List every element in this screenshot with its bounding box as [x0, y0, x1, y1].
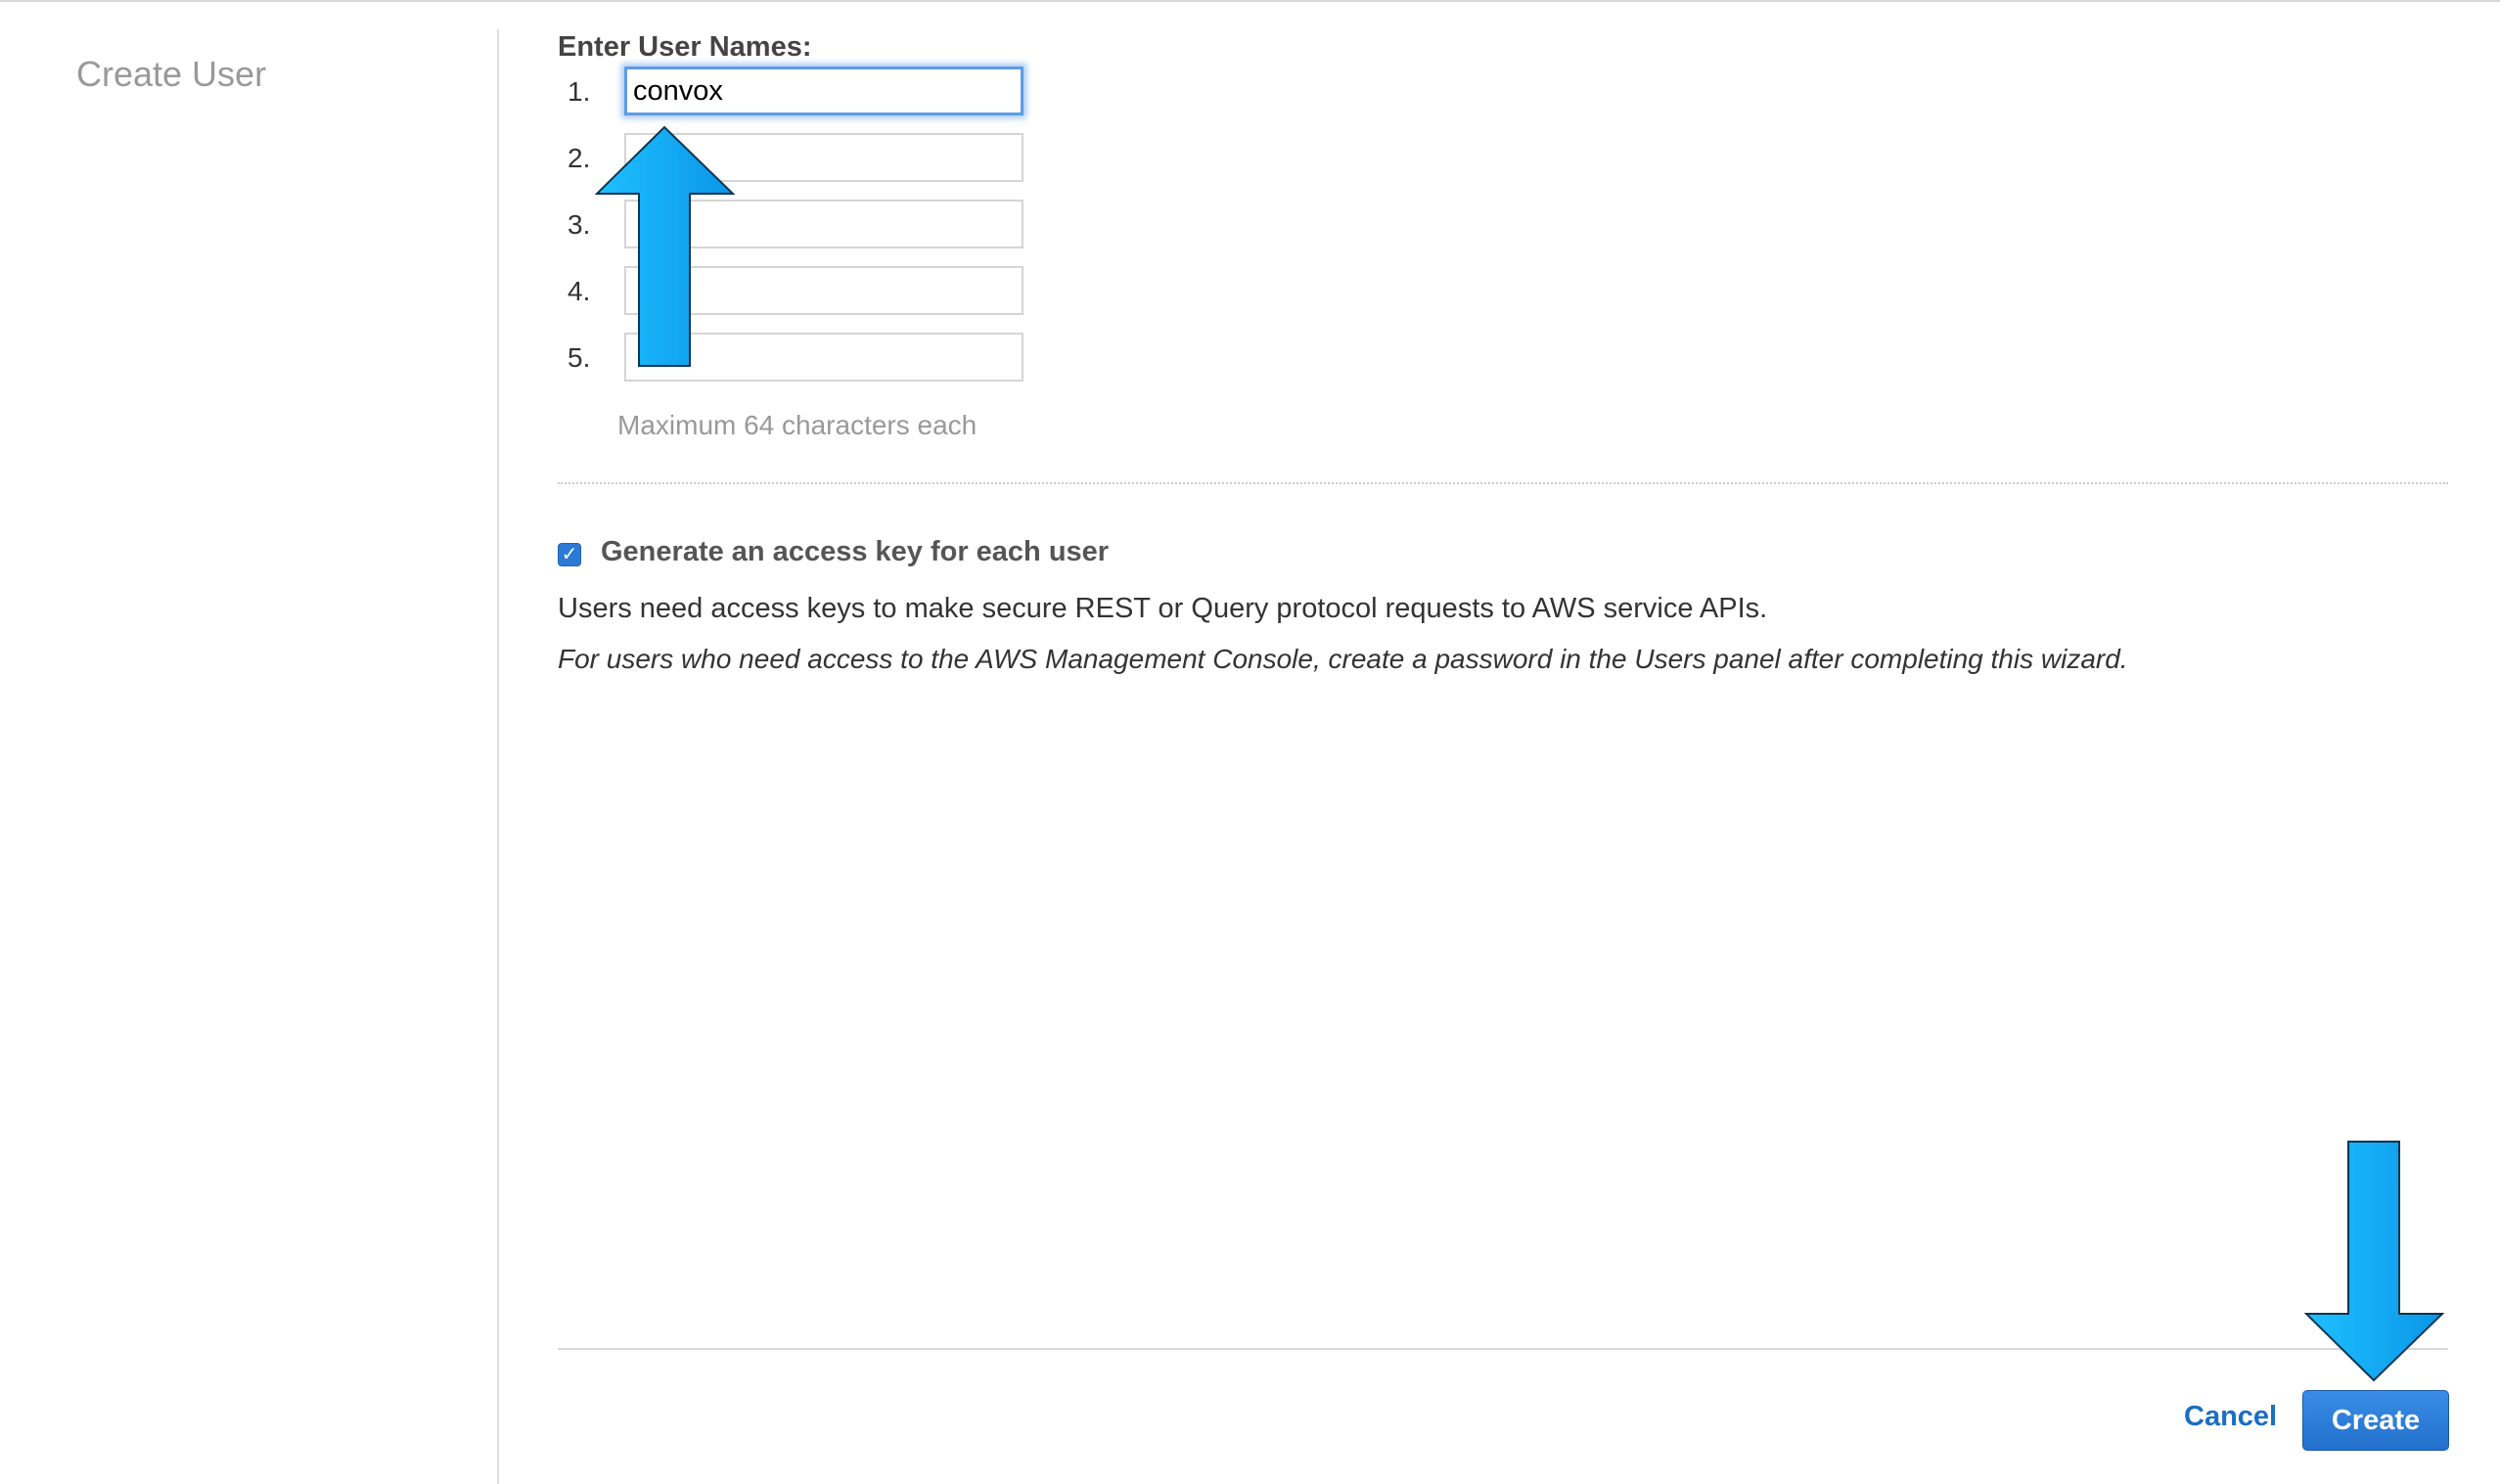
generate-access-key-label: Generate an access key for each user: [601, 536, 1110, 567]
user-row-1: 1.: [568, 67, 1057, 119]
user-names-label: Enter User Names:: [558, 31, 812, 63]
sidebar-title: Create User: [76, 54, 267, 94]
access-key-description: Users need access keys to make secure RE…: [558, 593, 1768, 624]
section-divider: [558, 482, 2448, 484]
checkmark-icon: ✓: [561, 544, 578, 565]
sidebar: Create User: [0, 0, 497, 1484]
up-arrow-icon: [595, 125, 736, 367]
console-password-note: For users who need access to the AWS Man…: [558, 644, 2128, 674]
main-panel: Enter User Names: 1. 2. 3. 4. 5. Maximum…: [499, 0, 2500, 1484]
create-button[interactable]: Create: [2302, 1390, 2449, 1451]
cancel-link[interactable]: Cancel: [2184, 1401, 2277, 1433]
generate-access-key-checkbox[interactable]: ✓: [558, 543, 581, 566]
down-arrow-icon: [2304, 1141, 2445, 1382]
max-length-hint: Maximum 64 characters each: [617, 410, 977, 440]
footer-divider: [558, 1348, 2448, 1350]
user-name-input-1[interactable]: [624, 67, 1023, 115]
row-number: 1.: [568, 76, 591, 107]
